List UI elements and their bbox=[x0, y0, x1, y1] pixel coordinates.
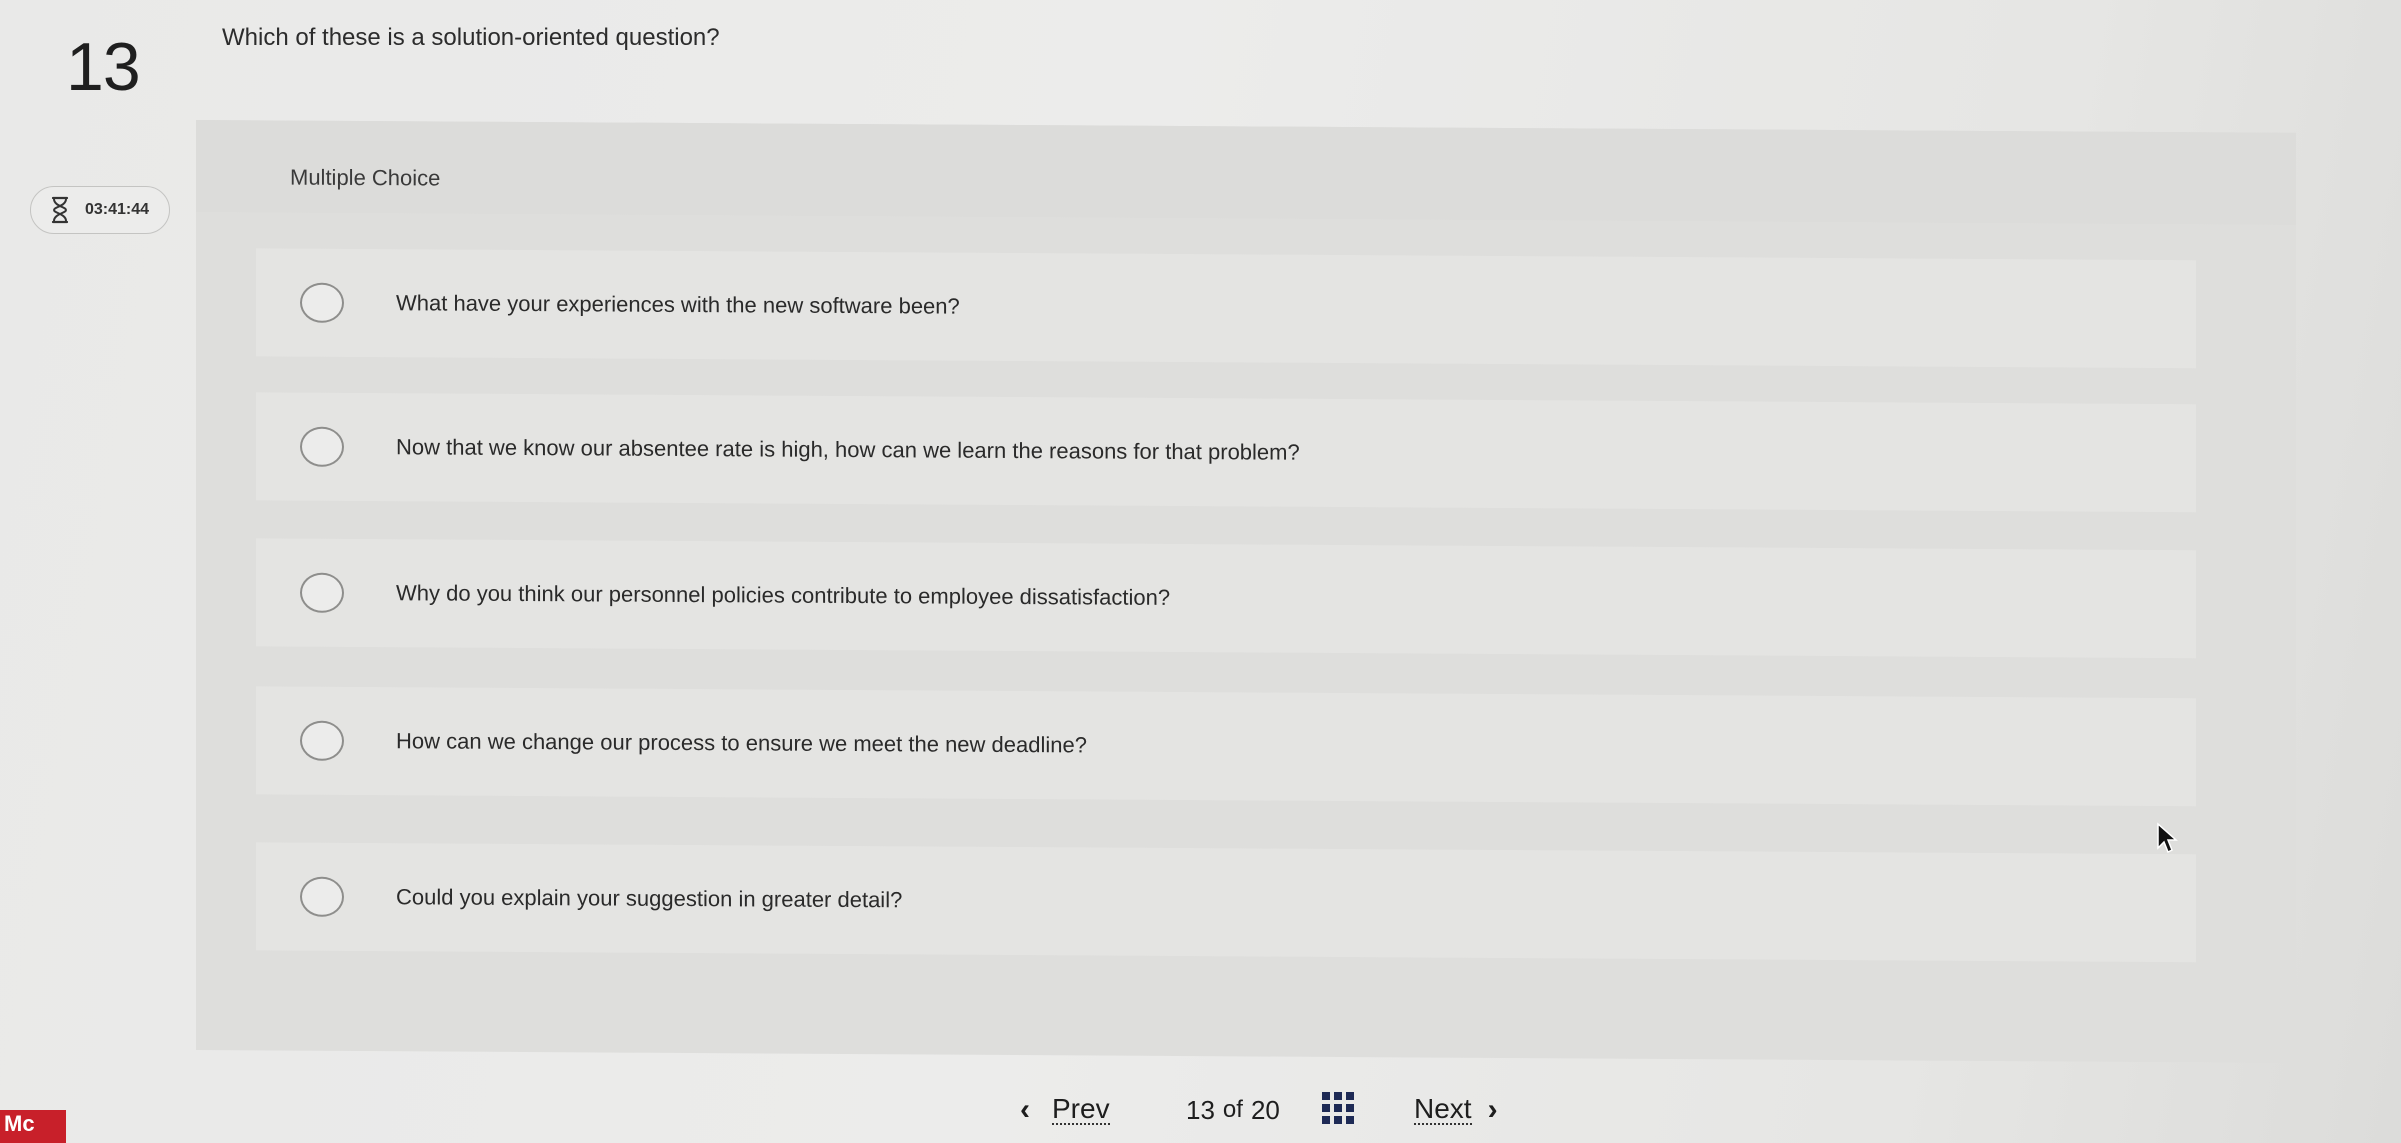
radio-button[interactable] bbox=[300, 572, 344, 613]
panel-header: Multiple Choice bbox=[196, 120, 2296, 225]
radio-button[interactable] bbox=[300, 282, 344, 323]
answer-option-text: Why do you think our personnel policies … bbox=[396, 580, 1171, 610]
current-page: 13 bbox=[1186, 1094, 1215, 1125]
hourglass-icon bbox=[49, 196, 71, 224]
page-indicator: 13 of 20 bbox=[1186, 1090, 1280, 1130]
question-grid-icon[interactable] bbox=[1322, 1092, 1354, 1124]
answer-option-text: What have your experiences with the new … bbox=[396, 290, 960, 319]
mcgraw-hill-logo: Mc bbox=[0, 1110, 66, 1143]
page-of-label: of bbox=[1222, 1096, 1243, 1123]
mouse-cursor-icon bbox=[2156, 822, 2180, 861]
question-type-label: Multiple Choice bbox=[290, 164, 441, 191]
timer[interactable]: 03:41:44 bbox=[30, 186, 170, 234]
question-number: 13 bbox=[66, 29, 141, 105]
radio-button[interactable] bbox=[300, 876, 344, 917]
answer-option-5[interactable]: Could you explain your suggestion in gre… bbox=[256, 842, 2196, 963]
next-label: Next bbox=[1414, 1093, 1472, 1125]
prev-button[interactable]: ‹ Prev bbox=[1020, 1090, 1110, 1130]
answer-option-text: Now that we know our absentee rate is hi… bbox=[396, 434, 1300, 465]
answer-option-text: Could you explain your suggestion in gre… bbox=[396, 884, 903, 913]
answer-option-2[interactable]: Now that we know our absentee rate is hi… bbox=[256, 392, 2196, 513]
prev-label: Prev bbox=[1052, 1093, 1110, 1125]
answer-option-3[interactable]: Why do you think our personnel policies … bbox=[256, 538, 2196, 659]
question-panel: Multiple Choice What have your experienc… bbox=[196, 120, 2296, 1063]
chevron-left-icon: ‹ bbox=[1020, 1093, 1030, 1126]
next-button[interactable]: Next › bbox=[1414, 1090, 1498, 1130]
radio-button[interactable] bbox=[300, 720, 344, 761]
answer-option-4[interactable]: How can we change our process to ensure … bbox=[256, 686, 2196, 807]
answer-option-1[interactable]: What have your experiences with the new … bbox=[256, 248, 2196, 369]
answer-option-text: How can we change our process to ensure … bbox=[396, 728, 1087, 758]
timer-value: 03:41:44 bbox=[85, 201, 150, 218]
chevron-right-icon: › bbox=[1487, 1093, 1498, 1126]
radio-button[interactable] bbox=[300, 426, 344, 467]
total-pages: 20 bbox=[1250, 1094, 1280, 1125]
question-text: Which of these is a solution-oriented qu… bbox=[222, 24, 720, 51]
